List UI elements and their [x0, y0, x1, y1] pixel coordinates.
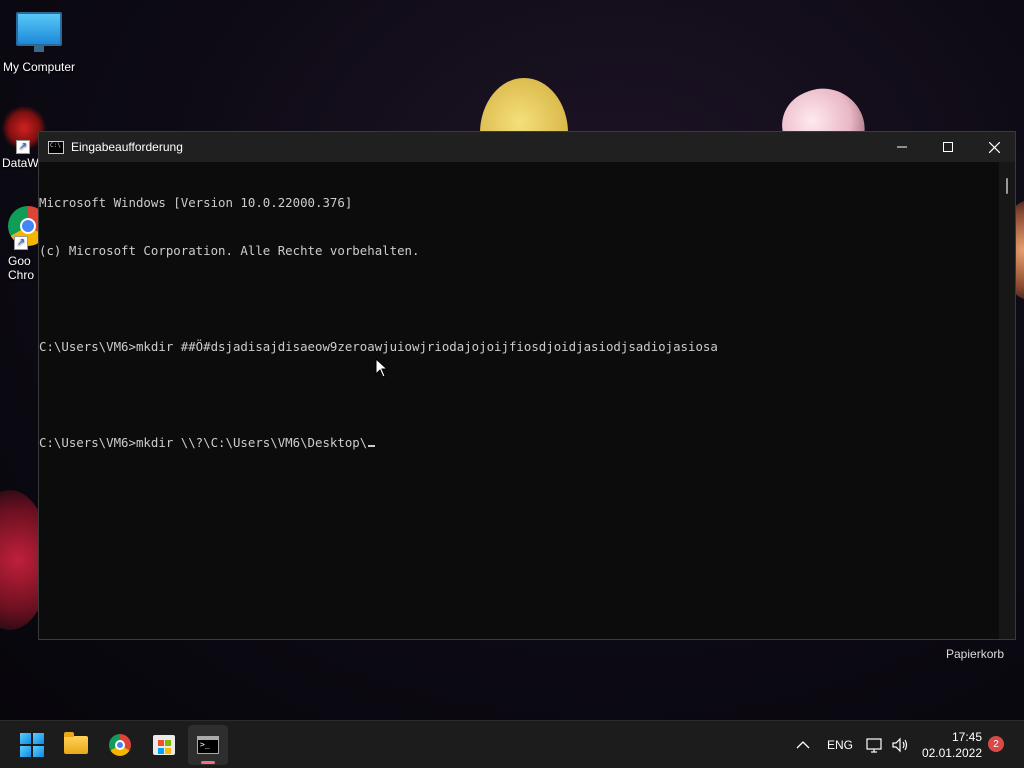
- desktop: My Computer ↗ DataW ↗ Goo Chro Papierkor…: [0, 0, 1024, 720]
- console-output[interactable]: Microsoft Windows [Version 10.0.22000.37…: [39, 162, 999, 639]
- network-button[interactable]: [866, 721, 884, 769]
- taskbar-file-explorer[interactable]: [56, 725, 96, 765]
- microsoft-store-icon: [153, 735, 175, 755]
- clock[interactable]: 17:45 02.01.2022: [922, 721, 982, 769]
- computer-icon: [16, 12, 62, 52]
- console-line: (c) Microsoft Corporation. Alle Rechte v…: [39, 243, 420, 258]
- command-prompt-icon: [48, 140, 64, 154]
- speaker-icon: [892, 737, 908, 753]
- close-button[interactable]: [971, 132, 1017, 162]
- console-line: C:\Users\VM6>mkdir ##Ö#dsjadisajdisaeow9…: [39, 339, 718, 354]
- clock-time: 17:45: [951, 730, 982, 744]
- text-cursor: [368, 445, 376, 447]
- scrollbar-thumb[interactable]: [1006, 178, 1008, 194]
- mouse-pointer-icon: [375, 358, 389, 378]
- maximize-button[interactable]: [925, 132, 971, 162]
- minimize-button[interactable]: [879, 132, 925, 162]
- chevron-up-icon: [796, 741, 810, 749]
- console-line: Microsoft Windows [Version 10.0.22000.37…: [39, 195, 353, 210]
- start-button[interactable]: [12, 725, 52, 765]
- command-prompt-window[interactable]: Eingabeaufforderung Microsoft Windows [V…: [38, 131, 1016, 640]
- vertical-scrollbar[interactable]: [999, 162, 1015, 639]
- window-title: Eingabeaufforderung: [71, 140, 183, 154]
- chrome-icon: [109, 734, 131, 756]
- command-prompt-icon: [197, 736, 219, 754]
- clock-date: 02.01.2022: [921, 746, 982, 760]
- minimize-icon: [897, 146, 907, 148]
- recycle-bin-label[interactable]: Papierkorb: [946, 647, 1004, 661]
- network-icon: [866, 738, 882, 753]
- window-titlebar[interactable]: Eingabeaufforderung: [39, 132, 1015, 162]
- close-icon: [988, 141, 1000, 153]
- shortcut-arrow-icon: ↗: [16, 140, 30, 154]
- taskbar-microsoft-store[interactable]: [144, 725, 184, 765]
- desktop-icon-label: My Computer: [2, 60, 76, 74]
- console-current-command: C:\Users\VM6>mkdir \\?\C:\Users\VM6\Desk…: [39, 435, 368, 450]
- console-input-line[interactable]: C:\Users\VM6>mkdir \\?\C:\Users\VM6\Desk…: [39, 435, 999, 451]
- shortcut-arrow-icon: ↗: [14, 236, 28, 250]
- taskbar-command-prompt[interactable]: [188, 725, 228, 765]
- input-language-indicator[interactable]: ENG: [827, 721, 853, 769]
- file-explorer-icon: [64, 732, 88, 754]
- maximize-icon: [943, 142, 953, 152]
- taskbar: ENG 17:45 02.01.2022 2: [0, 720, 1024, 768]
- desktop-icon-label: Goo Chro: [8, 254, 35, 282]
- desktop-icon-my-computer[interactable]: My Computer: [1, 12, 77, 74]
- show-hidden-icons-button[interactable]: [796, 721, 810, 769]
- taskbar-chrome[interactable]: [100, 725, 140, 765]
- volume-button[interactable]: [892, 721, 910, 769]
- notification-badge[interactable]: 2: [988, 736, 1004, 752]
- active-app-indicator: [201, 761, 215, 764]
- windows-start-icon: [20, 733, 44, 757]
